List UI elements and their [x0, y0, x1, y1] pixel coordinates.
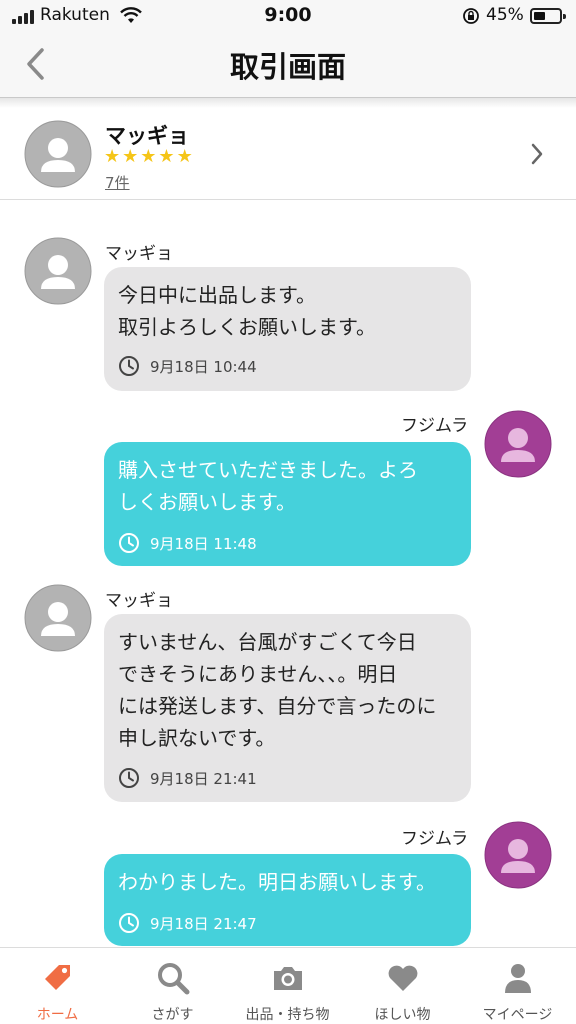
- tab-wishlist[interactable]: ほしい物: [345, 948, 460, 1024]
- clock-icon: [119, 533, 139, 553]
- message-bubble: すいません、台風がすごくて今日 できそうにありません、、。明日 には発送します、…: [104, 614, 471, 802]
- message-timestamp: 9月18日 11:48: [118, 532, 257, 554]
- nav-divider: [0, 98, 576, 108]
- timestamp-text: 9月18日 21:41: [150, 769, 257, 788]
- message-sender: マッギョ: [105, 244, 173, 264]
- tab-label: マイページ: [482, 1007, 553, 1023]
- timestamp-text: 9月18日 21:47: [150, 914, 257, 933]
- heart-icon: [385, 960, 421, 996]
- battery-icon: [530, 8, 566, 24]
- avatar[interactable]: [24, 584, 92, 652]
- message-sender: フジムラ: [401, 416, 469, 436]
- rotation-lock-icon: [463, 8, 479, 24]
- message-timestamp: 9月18日 21:41: [118, 767, 257, 789]
- message-text: 購入させていただきました。よろ しくお願いします。: [118, 458, 418, 514]
- star-icon: ★: [140, 146, 157, 167]
- price-tag-icon: [40, 960, 76, 996]
- message-text: すいません、台風がすごくて今日 できそうにありません、、。明日 には発送します、…: [118, 630, 437, 750]
- tab-label: ほしい物: [374, 1007, 431, 1023]
- my-avatar[interactable]: [484, 410, 552, 478]
- status-bar: Rakuten 9:00 45%: [0, 0, 576, 32]
- message-text: 今日中に出品します。 取引よろしくお願いします。: [118, 283, 376, 339]
- star-icon: ★: [104, 146, 121, 167]
- review-count-link[interactable]: 7件: [105, 172, 130, 193]
- message-timestamp: 9月18日 10:44: [118, 355, 257, 377]
- chevron-right-icon: [531, 143, 543, 165]
- person-icon: [500, 960, 536, 996]
- rating-stars: ★ ★ ★ ★ ★: [104, 148, 193, 166]
- battery-percentage: 45%: [486, 5, 524, 25]
- tab-home[interactable]: ホーム: [0, 948, 115, 1024]
- tab-label: 出品・持ち物: [245, 1007, 330, 1023]
- tab-label: ホーム: [36, 1007, 79, 1023]
- clock-icon: [119, 768, 139, 788]
- star-icon: ★: [176, 146, 193, 167]
- star-icon: ★: [158, 146, 175, 167]
- seller-avatar[interactable]: [24, 120, 92, 188]
- bottom-tab-bar: ホーム さがす 出品・持ち物 ほしい物 マイページ: [0, 947, 576, 1024]
- clock-icon: [119, 913, 139, 933]
- message-sender: マッギョ: [105, 591, 173, 611]
- search-icon: [155, 960, 191, 996]
- tab-label: さがす: [151, 1007, 194, 1023]
- message-bubble: 購入させていただきました。よろ しくお願いします。 9月18日 11:48: [104, 442, 471, 566]
- timestamp-text: 9月18日 11:48: [150, 534, 257, 553]
- message-bubble: 今日中に出品します。 取引よろしくお願いします。 9月18日 10:44: [104, 267, 471, 391]
- star-icon: ★: [122, 146, 139, 167]
- navigation-bar: 取引画面: [0, 32, 576, 98]
- tab-mypage[interactable]: マイページ: [460, 948, 575, 1024]
- clock-icon: [119, 356, 139, 376]
- seller-profile-row[interactable]: マッギョ ★ ★ ★ ★ ★ 7件: [0, 108, 576, 200]
- page-title: 取引画面: [229, 50, 346, 84]
- tab-listing[interactable]: 出品・持ち物: [230, 948, 345, 1024]
- camera-icon: [270, 960, 306, 996]
- timestamp-text: 9月18日 10:44: [150, 357, 257, 376]
- message-text: わかりました。明日お願いします。: [118, 870, 436, 894]
- message-timestamp: 9月18日 21:47: [118, 912, 257, 934]
- message-sender: フジムラ: [401, 829, 469, 849]
- avatar[interactable]: [24, 237, 92, 305]
- my-avatar[interactable]: [484, 821, 552, 889]
- tab-search[interactable]: さがす: [115, 948, 230, 1024]
- message-bubble: わかりました。明日お願いします。 9月18日 21:47: [104, 854, 471, 946]
